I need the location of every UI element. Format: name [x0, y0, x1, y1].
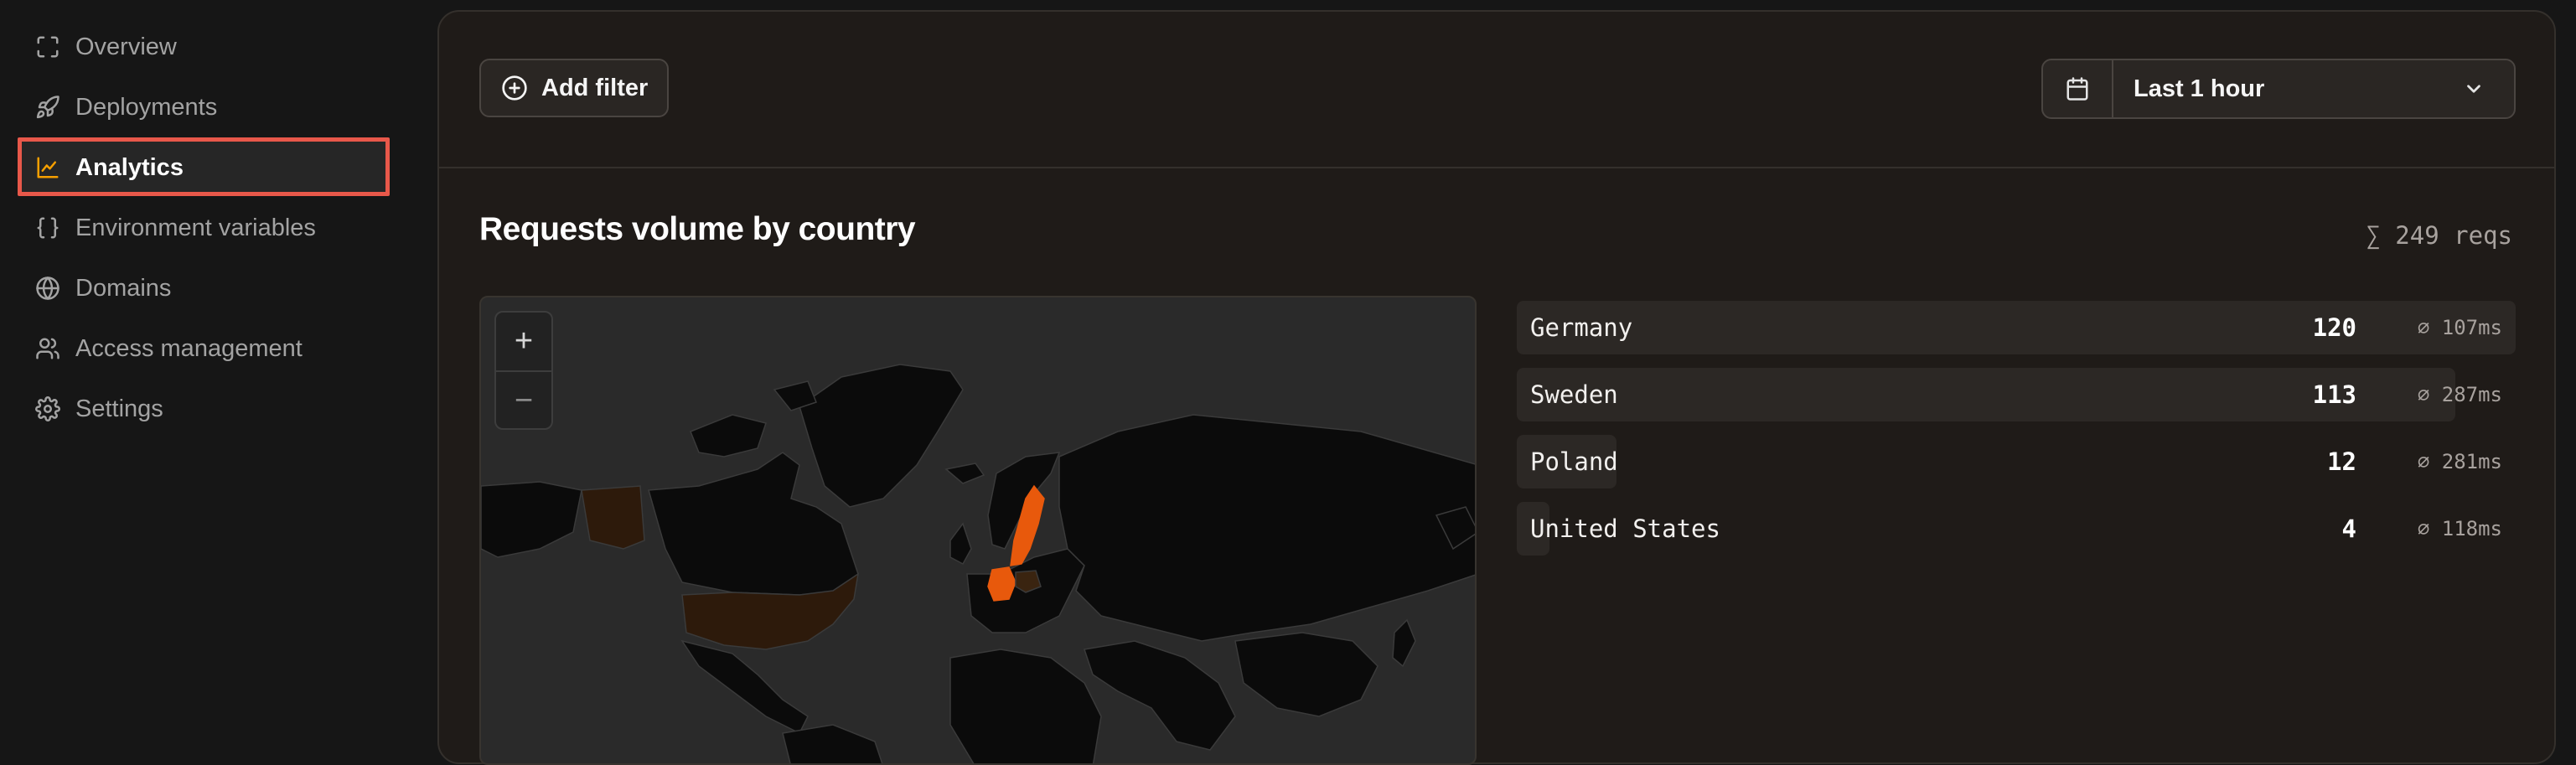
map-canvas [481, 364, 1475, 763]
sidebar-item-label: Access management [75, 334, 303, 362]
country-name: Sweden [1530, 380, 1618, 409]
sidebar-item-label: Domains [75, 274, 172, 302]
sidebar-item-deployments[interactable]: Deployments [20, 80, 389, 134]
request-count: 113 [2312, 380, 2356, 409]
zoom-in-button[interactable]: + [496, 313, 551, 370]
request-count: 4 [2341, 514, 2356, 543]
chevron-down-icon [2457, 78, 2491, 100]
scan-icon [35, 34, 60, 59]
map-south-america [782, 724, 883, 763]
map-africa [949, 649, 1102, 763]
avg-latency: ⌀ 118ms [2417, 517, 2502, 540]
zoom-out-button[interactable]: − [496, 370, 551, 430]
sidebar-item-label: Deployments [75, 93, 218, 121]
total-requests: ∑ 249 reqs [2366, 221, 2512, 250]
map-country-uk [949, 522, 972, 566]
add-filter-label: Add filter [541, 74, 649, 101]
sidebar-item-environment-variables[interactable]: Environment variables [20, 201, 389, 255]
avg-latency: ⌀ 281ms [2417, 450, 2502, 473]
plus-circle-icon [501, 75, 528, 101]
map-arctic-islands [690, 414, 767, 457]
map-country-japan [1392, 618, 1416, 668]
calendar-icon[interactable] [2043, 60, 2113, 117]
braces-icon [35, 215, 60, 240]
time-range-value: Last 1 hour [2134, 75, 2265, 102]
card-title: Requests volume by country [479, 211, 916, 247]
map-east-asia [1234, 632, 1379, 717]
list-item[interactable]: Poland 12 ⌀ 281ms [1517, 435, 2516, 488]
filter-bar: Add filter Last 1 hour [439, 12, 2554, 168]
list-item[interactable]: United States 4 ⌀ 118ms [1517, 502, 2516, 556]
sidebar-item-overview[interactable]: Overview [20, 20, 389, 74]
add-filter-button[interactable]: Add filter [479, 59, 669, 117]
users-icon [35, 336, 60, 361]
country-list: Germany 120 ⌀ 107ms Sweden 113 ⌀ 287ms P… [1517, 301, 2516, 569]
map-middle-east [1084, 640, 1236, 751]
country-name: Germany [1530, 313, 1633, 342]
avg-latency: ⌀ 287ms [2417, 383, 2502, 406]
list-item[interactable]: Sweden 113 ⌀ 287ms [1517, 368, 2516, 421]
map-russia-asia [1058, 414, 1475, 642]
avg-latency: ⌀ 107ms [2417, 316, 2502, 339]
sidebar-item-label: Analytics [75, 153, 184, 181]
globe-icon [35, 276, 60, 301]
sidebar: Overview Deployments Analytics Environme… [0, 0, 436, 751]
sidebar-item-label: Settings [75, 395, 163, 422]
main-panel: Add filter Last 1 hour Requests volume b… [437, 10, 2556, 765]
map-country-mexico [680, 639, 809, 735]
sidebar-item-label: Environment variables [75, 214, 316, 241]
time-range-select[interactable]: Last 1 hour [2041, 59, 2516, 119]
chart-line-icon [35, 155, 60, 180]
gear-icon [35, 396, 60, 421]
list-item[interactable]: Germany 120 ⌀ 107ms [1517, 301, 2516, 354]
map-country-canada-west [581, 485, 645, 550]
map-country-iceland [944, 463, 985, 484]
sidebar-item-access-management[interactable]: Access management [20, 322, 389, 375]
country-name: Poland [1530, 447, 1618, 476]
sidebar-item-analytics[interactable]: Analytics [20, 141, 389, 194]
sidebar-item-label: Overview [75, 33, 177, 60]
request-count: 120 [2312, 313, 2356, 342]
rocket-icon [35, 95, 60, 120]
sidebar-item-settings[interactable]: Settings [20, 382, 389, 436]
country-name: United States [1530, 514, 1720, 543]
map-country-alaska [481, 481, 582, 558]
volume-bar [1517, 301, 2516, 354]
request-count: 12 [2327, 447, 2356, 476]
sidebar-item-domains[interactable]: Domains [20, 261, 389, 315]
world-map[interactable]: + − [479, 296, 1477, 765]
zoom-controls: + − [494, 311, 553, 430]
map-country-greenland [799, 364, 964, 508]
